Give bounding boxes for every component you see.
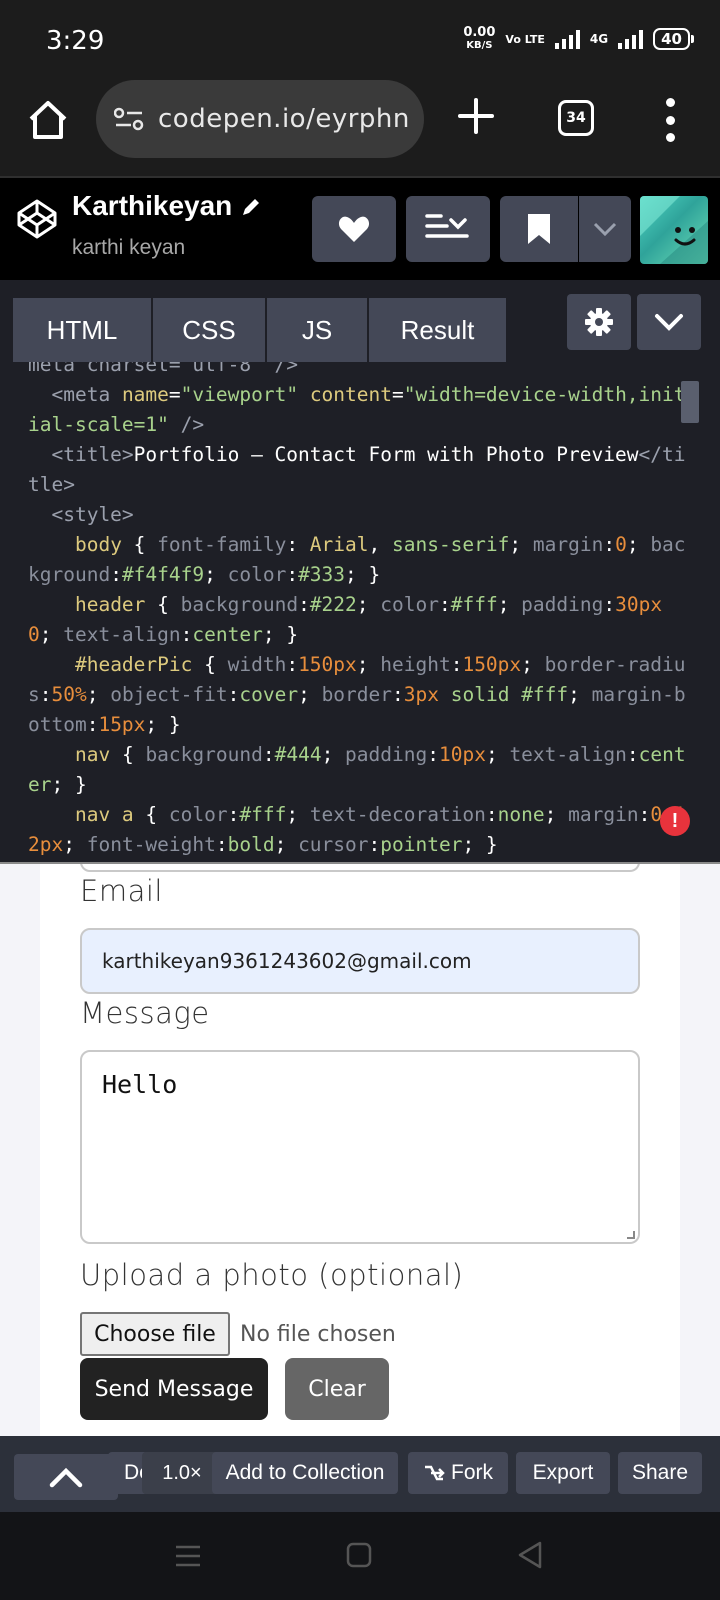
email-label: Email	[80, 874, 163, 908]
tab-result[interactable]: Result	[369, 298, 506, 362]
back-icon[interactable]	[516, 1540, 544, 1570]
more-vert-icon[interactable]	[664, 98, 676, 142]
net-speed: 0.00 KB/S	[463, 26, 495, 52]
chevron-down-icon	[655, 314, 683, 331]
message-label: Message	[80, 996, 210, 1030]
net-speed-value: 0.00	[463, 25, 496, 40]
clock: 3:29	[46, 26, 105, 56]
browser-toolbar: codepen.io/eyrphnae 34	[0, 80, 720, 176]
file-input[interactable]: Choose file No file chosen	[80, 1312, 396, 1356]
fork-button[interactable]: Fork	[408, 1452, 508, 1494]
message-value: Hello	[102, 1070, 178, 1099]
codepen-header: Karthikeyan karthi keyan	[0, 176, 720, 280]
bookmark-dropdown-button[interactable]	[579, 196, 631, 262]
avatar-face-icon	[640, 196, 708, 264]
html-code-editor[interactable]: meta charset="utf-8" /> <meta name="view…	[0, 362, 720, 862]
zoom-level-button[interactable]: 1.0×	[142, 1452, 222, 1494]
no-file-text: No file chosen	[240, 1321, 396, 1347]
message-textarea[interactable]: Hello	[80, 1050, 640, 1244]
contact-form: Email karthikeyan9361243602@gmail.com Me…	[40, 864, 680, 1436]
codepen-logo-icon[interactable]	[16, 198, 58, 240]
bookmark-button[interactable]	[500, 196, 578, 262]
choose-file-button[interactable]: Choose file	[80, 1312, 230, 1356]
tab-count: 34	[566, 110, 586, 126]
tab-html[interactable]: HTML	[13, 298, 151, 362]
bookmark-icon	[528, 214, 550, 244]
upload-label: Upload a photo (optional)	[80, 1258, 464, 1292]
heart-button[interactable]	[312, 196, 396, 262]
layout-icon	[425, 214, 469, 238]
network-type: 4G	[589, 32, 609, 46]
battery-icon: 40	[653, 28, 694, 50]
code-line: #headerPic { width:150px; height:150px; …	[28, 653, 686, 736]
clear-button[interactable]: Clear	[285, 1358, 389, 1420]
editor-scrollbar[interactable]	[681, 381, 699, 423]
status-bar: 3:29 0.00 KB/S Vo LTE 4G 40	[0, 0, 720, 80]
avatar[interactable]	[640, 196, 708, 264]
code-line: header { background:#222; color:#fff; pa…	[28, 593, 663, 646]
chevron-up-icon	[49, 1467, 83, 1488]
export-button[interactable]: Export	[516, 1452, 610, 1494]
tab-css[interactable]: CSS	[153, 298, 265, 362]
site-settings-icon[interactable]	[114, 107, 144, 131]
code-line: <title>Portfolio — Contact Form with Pho…	[28, 443, 686, 496]
address-bar[interactable]: codepen.io/eyrphnae	[96, 80, 424, 158]
plus-icon[interactable]	[456, 96, 496, 136]
volte-indicator: Vo LTE	[505, 32, 545, 46]
add-to-collection-button[interactable]: Add to Collection	[212, 1452, 398, 1494]
system-nav-bar	[0, 1512, 720, 1600]
net-speed-unit: KB/S	[466, 40, 493, 51]
chevron-down-icon	[593, 222, 617, 236]
url-text: codepen.io/eyrphnae	[158, 104, 408, 134]
collapse-editor-button[interactable]	[637, 294, 701, 350]
code-line: <style>	[51, 503, 134, 526]
code-line: body { font-family: Arial, sans-serif; m…	[28, 533, 686, 586]
result-preview: Email karthikeyan9361243602@gmail.com Me…	[0, 862, 720, 1436]
tab-js[interactable]: JS	[267, 298, 367, 362]
resize-handle[interactable]	[627, 1231, 635, 1239]
recent-apps-icon[interactable]	[174, 1544, 202, 1568]
email-field[interactable]: karthikeyan9361243602@gmail.com	[80, 928, 640, 994]
email-value: karthikeyan9361243602@gmail.com	[102, 949, 472, 973]
pen-bottom-toolbar: Details 1.0× Add to Collection Fork Expo…	[0, 1436, 720, 1512]
expand-toolbar-button[interactable]	[14, 1454, 118, 1500]
tabs-icon[interactable]: 34	[558, 100, 594, 136]
home-nav-icon[interactable]	[346, 1542, 372, 1568]
status-icons: 0.00 KB/S Vo LTE 4G 40	[463, 26, 694, 52]
change-view-button[interactable]	[406, 196, 490, 262]
pen-author-username[interactable]: karthi keyan	[72, 236, 185, 260]
home-icon[interactable]	[26, 98, 70, 142]
gear-icon	[585, 308, 613, 336]
signal-icon-2	[618, 29, 644, 49]
pen-author-name[interactable]: Karthikeyan	[72, 190, 232, 222]
fork-label: Fork	[451, 1461, 493, 1484]
editor-tabs-row: HTML CSS JS Result	[0, 280, 720, 362]
signal-icon	[554, 29, 580, 49]
code-line: meta charset="utf-8" />	[28, 362, 299, 376]
code-line: nav { background:#444; padding:10px; tex…	[28, 743, 686, 796]
share-button[interactable]: Share	[618, 1452, 702, 1494]
code-line: nav a { color:#fff; text-decoration:none…	[28, 803, 686, 856]
name-field[interactable]	[80, 864, 640, 872]
editor-settings-button[interactable]	[567, 294, 631, 350]
pencil-icon[interactable]	[240, 196, 262, 218]
send-message-button[interactable]: Send Message	[80, 1358, 268, 1420]
code-line: <meta name="viewport" content="width=dev…	[28, 383, 686, 436]
fork-icon	[425, 1465, 445, 1481]
heart-icon	[338, 216, 370, 242]
error-icon[interactable]: !	[660, 806, 690, 836]
